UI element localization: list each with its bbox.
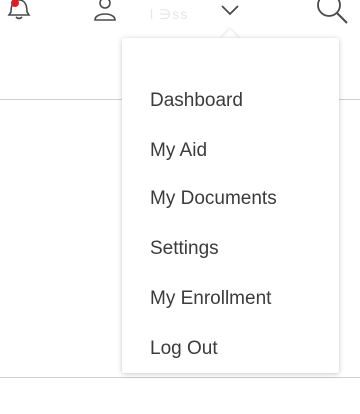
menu-item-log-out[interactable]: Log Out	[150, 338, 218, 360]
user-name[interactable]: l ∋ss	[150, 6, 188, 23]
menu-item-my-documents[interactable]: My Documents	[150, 188, 277, 210]
bell-icon[interactable]	[6, 0, 32, 24]
search-icon[interactable]	[314, 0, 350, 26]
divider	[0, 377, 360, 378]
menu-item-my-enrollment[interactable]: My Enrollment	[150, 288, 271, 310]
user-icon[interactable]	[91, 0, 119, 24]
top-header: l ∋ss	[0, 0, 360, 36]
chevron-down-icon[interactable]	[220, 4, 240, 18]
menu-item-my-aid[interactable]: My Aid	[150, 140, 207, 162]
account-dropdown-menu: Dashboard My Aid My Documents Settings M…	[122, 38, 339, 373]
menu-item-dashboard[interactable]: Dashboard	[150, 90, 243, 112]
menu-item-settings[interactable]: Settings	[150, 238, 219, 260]
